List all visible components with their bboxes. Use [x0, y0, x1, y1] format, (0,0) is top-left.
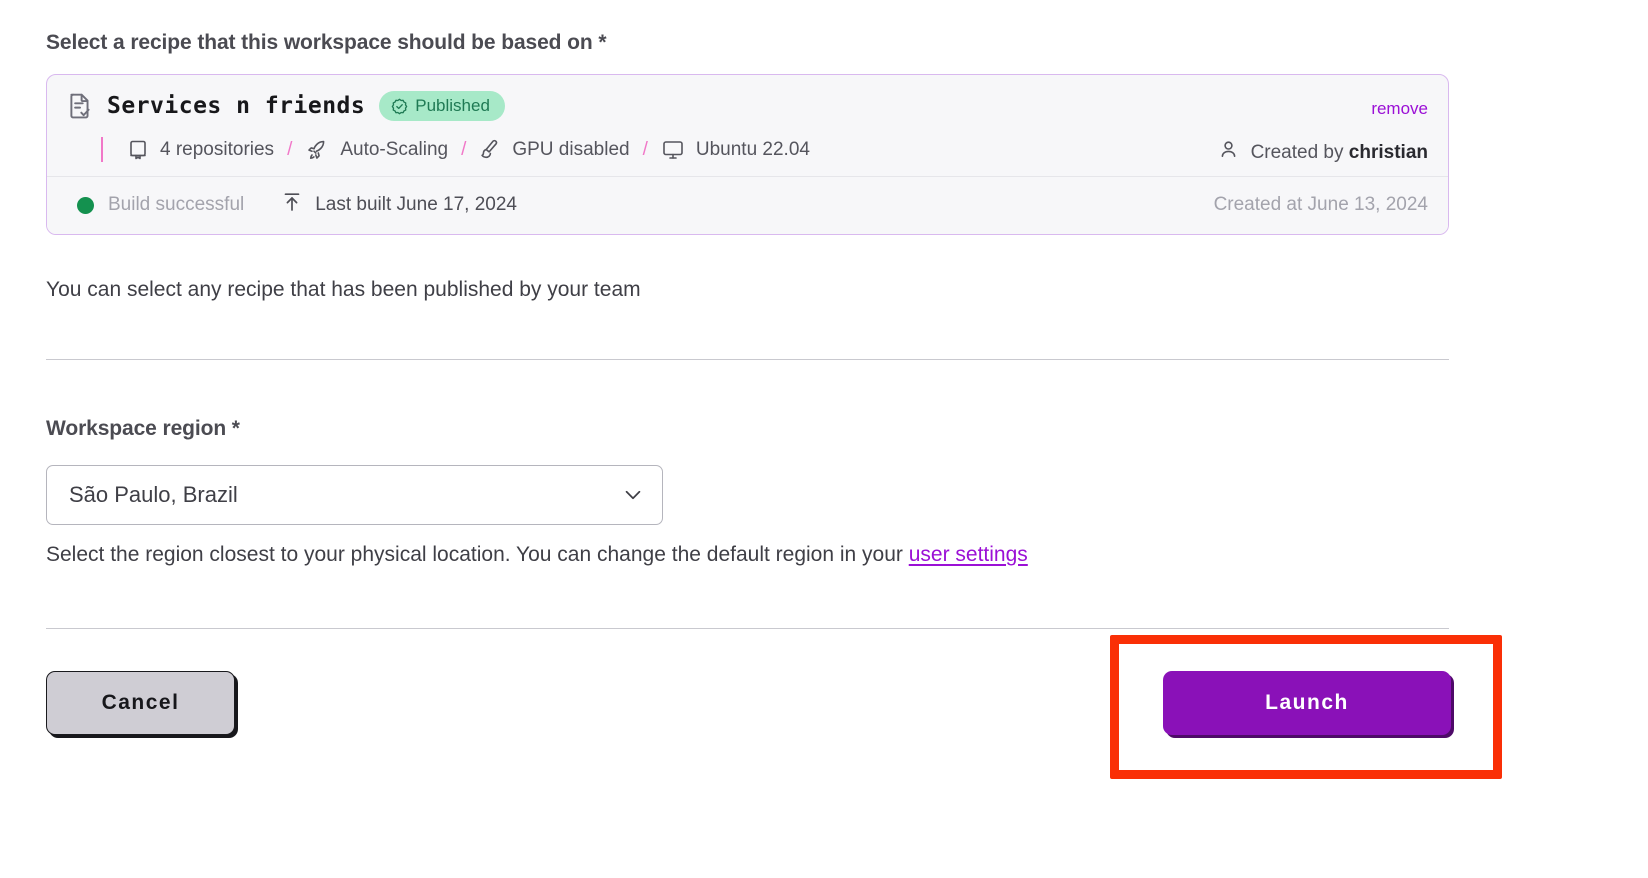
meta-label-repositories: 4 repositories	[160, 138, 275, 160]
build-status-dot	[77, 196, 94, 214]
section-divider	[46, 359, 1449, 360]
recipe-helper-text: You can select any recipe that has been …	[46, 278, 641, 301]
upload-icon	[281, 191, 303, 219]
meta-label-os: Ubuntu 22.04	[695, 138, 810, 160]
section-divider	[46, 628, 1449, 629]
meta-separator: /	[287, 138, 293, 160]
recipe-document-icon	[67, 92, 93, 120]
monitor-icon	[661, 139, 685, 161]
last-built-label: Last built June 17, 2024	[315, 194, 517, 215]
created-at-label: Created at June 13, 2024	[1213, 194, 1428, 215]
created-by-prefix: Created by	[1250, 141, 1349, 163]
created-by: Created by christian	[1218, 139, 1428, 166]
launch-button[interactable]: Launch	[1163, 671, 1451, 735]
rocket-icon	[305, 138, 329, 162]
meta-separator: /	[642, 138, 648, 160]
meta-accent-bar	[101, 137, 103, 162]
workspace-creation-form: Select a recipe that this workspace shou…	[0, 0, 1648, 878]
created-by-text: Created by christian	[1251, 142, 1428, 164]
recipe-card-top: Services n friends Published remove 4 re…	[47, 75, 1448, 176]
meta-item-repositories: 4 repositories	[127, 139, 274, 161]
repository-icon	[127, 139, 149, 161]
region-select[interactable]: São Paulo, Brazil	[46, 465, 663, 525]
recipe-build-row: Build successful Last built June 17, 202…	[47, 176, 1448, 234]
status-badge: Published	[379, 91, 505, 121]
region-select-value: São Paulo, Brazil	[69, 482, 238, 507]
chevron-down-icon[interactable]	[622, 484, 644, 506]
user-icon	[1218, 139, 1239, 166]
meta-label-gpu: GPU disabled	[512, 138, 630, 160]
meta-item-gpu: GPU disabled	[479, 138, 630, 162]
region-select-wrapper[interactable]: São Paulo, Brazil	[46, 465, 663, 525]
region-helper-prefix: Select the region closest to your physic…	[46, 543, 909, 566]
build-status-label: Build successful	[108, 194, 245, 215]
recipe-title-row: Services n friends Published	[67, 91, 1428, 121]
meta-item-os: Ubuntu 22.04	[661, 139, 810, 161]
meta-label-scaling: Auto-Scaling	[340, 138, 449, 160]
meta-item-scaling: Auto-Scaling	[305, 138, 448, 162]
region-helper-text: Select the region closest to your physic…	[46, 543, 1028, 567]
recipe-meta-row: 4 repositories / Auto-Scaling / GPU disa…	[67, 137, 1428, 163]
remove-recipe-button[interactable]: remove	[1371, 99, 1428, 119]
status-badge-label: Published	[415, 96, 490, 115]
recipe-title: Services n friends	[107, 93, 366, 119]
meta-separator: /	[461, 138, 467, 160]
recipe-field-label: Select a recipe that this workspace shou…	[46, 31, 607, 54]
cancel-button[interactable]: Cancel	[46, 671, 235, 735]
selected-recipe-card[interactable]: Services n friends Published remove 4 re…	[46, 74, 1449, 235]
created-by-username: christian	[1348, 141, 1428, 163]
region-field-label: Workspace region *	[46, 417, 240, 440]
brush-icon	[479, 138, 501, 162]
last-built: Last built June 17, 2024	[281, 191, 517, 219]
user-settings-link[interactable]: user settings	[909, 543, 1028, 566]
check-badge-icon	[391, 98, 408, 115]
